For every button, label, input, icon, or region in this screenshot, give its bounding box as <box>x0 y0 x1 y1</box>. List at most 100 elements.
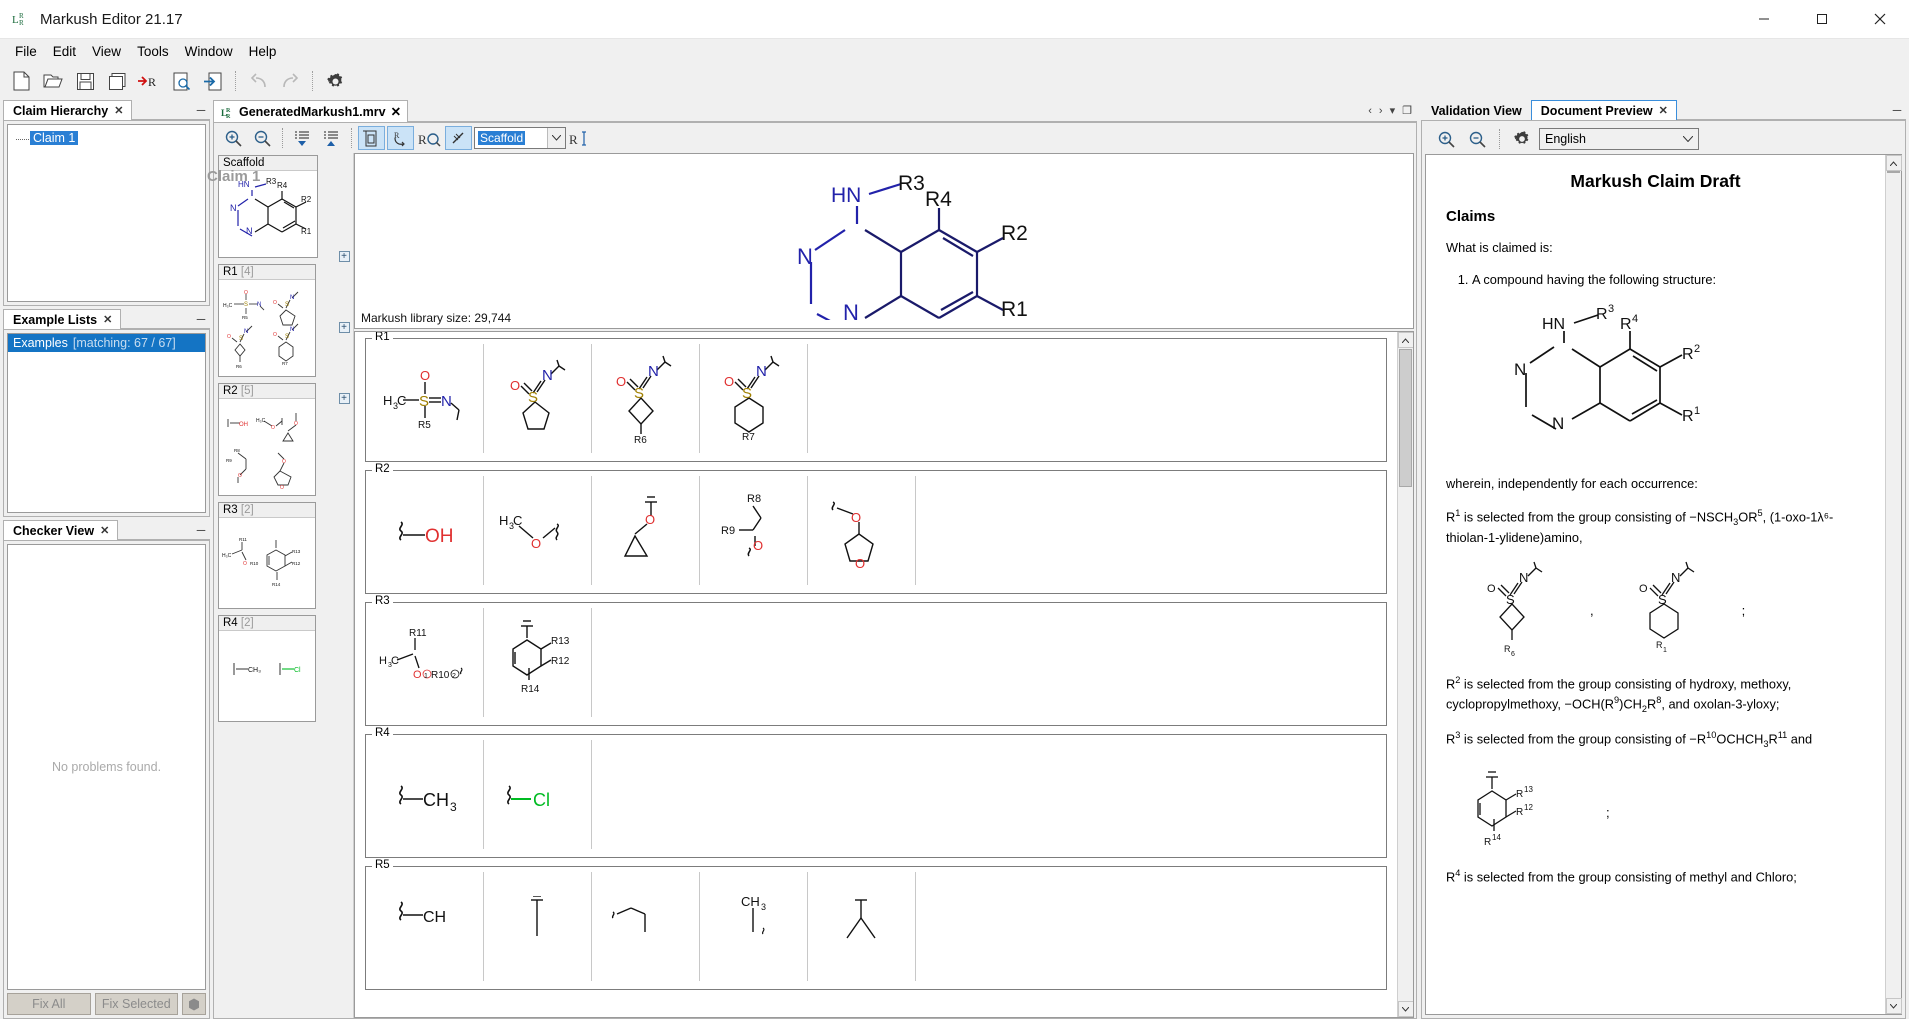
chevron-down-icon[interactable] <box>1680 129 1696 149</box>
scroll-down-icon[interactable] <box>1886 998 1902 1014</box>
close-icon[interactable]: ✕ <box>391 104 401 119</box>
checker-problem-list[interactable]: No problems found. <box>7 544 206 990</box>
tab-next-button[interactable]: › <box>1379 105 1383 117</box>
r-edit-icon[interactable]: R <box>568 126 592 150</box>
thumb-card-r1[interactable]: R1 [4] <box>218 264 316 377</box>
rgroup-item-r5-3[interactable] <box>592 872 700 981</box>
undo-icon[interactable] <box>243 67 273 95</box>
tab-example-lists[interactable]: Example Lists ✕ <box>3 309 121 329</box>
claim-tree[interactable]: Claim 1 <box>7 124 206 302</box>
expand-r2-button[interactable]: + <box>339 322 350 333</box>
tab-claim-hierarchy[interactable]: Claim Hierarchy ✕ <box>3 100 132 120</box>
rgroup-item-r2-3[interactable]: O <box>592 476 700 585</box>
thumb-card-r2[interactable]: R2 [5] OH <box>218 383 316 496</box>
close-window-button[interactable] <box>1851 0 1909 39</box>
tab-checker-view[interactable]: Checker View ✕ <box>3 520 118 540</box>
rgroup-item-r1-2[interactable]: S O N <box>484 344 592 453</box>
scroll-up-icon[interactable] <box>1398 332 1414 348</box>
gear-icon[interactable] <box>320 67 350 95</box>
chevron-down-icon[interactable]: ▾ <box>1390 104 1396 117</box>
gear-icon[interactable] <box>1508 127 1535 151</box>
menu-file[interactable]: File <box>7 41 45 62</box>
rgroup-item-r5-2[interactable] <box>484 872 592 981</box>
scrollbar-thumb[interactable] <box>1399 349 1412 487</box>
close-icon[interactable]: ✕ <box>100 524 109 537</box>
redo-icon[interactable] <box>275 67 305 95</box>
minimize-icon[interactable]: ─ <box>192 520 210 540</box>
tab-maximize-button[interactable]: ❐ <box>1402 104 1412 117</box>
expand-r1-button[interactable]: + <box>339 251 350 262</box>
menu-view[interactable]: View <box>84 41 129 62</box>
r-arrow-icon[interactable]: R <box>134 67 164 95</box>
minimize-icon[interactable]: ─ <box>192 309 210 329</box>
document-scrollbar[interactable] <box>1885 155 1901 1014</box>
list-item-examples[interactable]: Examples [matching: 67 / 67] <box>8 334 205 352</box>
zoom-in-icon[interactable] <box>220 126 247 150</box>
menu-window[interactable]: Window <box>177 41 241 62</box>
attachment-bond-icon[interactable] <box>445 126 472 150</box>
document-preview-page[interactable]: Markush Claim Draft Claims What is claim… <box>1425 154 1902 1015</box>
hex-options-icon[interactable] <box>182 993 206 1015</box>
thumb-card-r3[interactable]: R3 [2] <box>218 502 316 609</box>
rgroup-item-r5-1[interactable]: CH <box>376 872 484 981</box>
minimize-window-button[interactable] <box>1735 0 1793 39</box>
example-lists-list[interactable]: Examples [matching: 67 / 67] <box>7 333 206 513</box>
close-icon[interactable]: ✕ <box>1659 104 1668 117</box>
rgroup-item-r3-2[interactable]: R13 R12 R14 <box>484 608 592 717</box>
zoom-out-icon[interactable] <box>249 126 276 150</box>
minimize-icon[interactable]: ─ <box>192 100 210 120</box>
scaffold-panel-icon[interactable] <box>358 126 385 150</box>
rgroup-item-r3-1[interactable]: H3C R11 O 1 R10 2 <box>376 608 484 717</box>
open-folder-icon[interactable] <box>38 67 68 95</box>
rgroup-item-r3-empty[interactable] <box>592 608 700 717</box>
fix-selected-button[interactable]: Fix Selected <box>95 993 179 1015</box>
thumb-card-r4[interactable]: R4 [2] CH₃ <box>218 615 316 722</box>
chevron-down-icon[interactable] <box>547 128 565 148</box>
zoom-out-icon[interactable] <box>1464 127 1491 151</box>
menu-edit[interactable]: Edit <box>45 41 84 62</box>
scaffold-canvas[interactable]: Claim 1 <box>354 153 1414 329</box>
maximize-window-button[interactable] <box>1793 0 1851 39</box>
document-search-icon[interactable] <box>166 67 196 95</box>
rgroup-item-r5-4[interactable]: CH3 <box>700 872 808 981</box>
expand-r3-button[interactable]: + <box>339 393 350 404</box>
fix-all-button[interactable]: Fix All <box>7 993 91 1015</box>
tab-generated-markush[interactable]: L R R GeneratedMarkush1.mrv ✕ <box>213 100 408 122</box>
menu-help[interactable]: Help <box>241 41 285 62</box>
rgroup-item-r1-empty[interactable] <box>808 344 916 453</box>
document-export-icon[interactable] <box>198 67 228 95</box>
rgroup-item-r4-1[interactable]: CH3 <box>376 740 484 849</box>
save-as-icon[interactable] <box>102 67 132 95</box>
zoom-in-icon[interactable] <box>1433 127 1460 151</box>
menu-tools[interactable]: Tools <box>129 41 177 62</box>
rgroup-item-r1-3[interactable]: S O N R6 <box>592 344 700 453</box>
rgroup-panel-icon[interactable]: R <box>387 126 414 150</box>
rgroup-item-r5-empty[interactable] <box>916 872 1024 981</box>
collapse-all-icon[interactable] <box>289 126 316 150</box>
save-disk-icon[interactable] <box>70 67 100 95</box>
minimize-icon[interactable]: ─ <box>1888 100 1906 120</box>
tab-prev-button[interactable]: ‹ <box>1368 105 1372 117</box>
language-selector[interactable]: English <box>1539 128 1699 150</box>
rgroup-search-icon[interactable]: R <box>416 126 443 150</box>
rgroup-detail-scrollbar[interactable] <box>1397 332 1413 1017</box>
rgroup-item-r4-empty[interactable] <box>592 740 700 849</box>
expand-all-icon[interactable] <box>318 126 345 150</box>
rgroup-item-r1-1[interactable]: H3C S O N R5 <box>376 344 484 453</box>
scroll-up-icon[interactable] <box>1886 155 1902 171</box>
rgroup-item-r5-5[interactable] <box>808 872 916 981</box>
tab-validation-view[interactable]: Validation View <box>1421 100 1531 120</box>
rgroup-item-r2-empty[interactable] <box>916 476 1024 585</box>
rgroup-item-r2-5[interactable]: O O <box>808 476 916 585</box>
rgroup-item-r2-2[interactable]: H3C O <box>484 476 592 585</box>
rgroup-item-r1-4[interactable]: S O N R7 <box>700 344 808 453</box>
rgroup-item-r4-2[interactable]: Cl <box>484 740 592 849</box>
structure-selector[interactable]: Scaffold <box>474 127 566 149</box>
tree-item-claim-1[interactable]: Claim 1 <box>8 131 205 145</box>
rgroup-item-r2-1[interactable]: OH <box>376 476 484 585</box>
rgroup-item-r2-4[interactable]: R8 R9 O <box>700 476 808 585</box>
scroll-down-icon[interactable] <box>1398 1001 1414 1017</box>
close-icon[interactable]: ✕ <box>103 313 112 326</box>
close-icon[interactable]: ✕ <box>114 104 123 117</box>
new-file-icon[interactable] <box>6 67 36 95</box>
